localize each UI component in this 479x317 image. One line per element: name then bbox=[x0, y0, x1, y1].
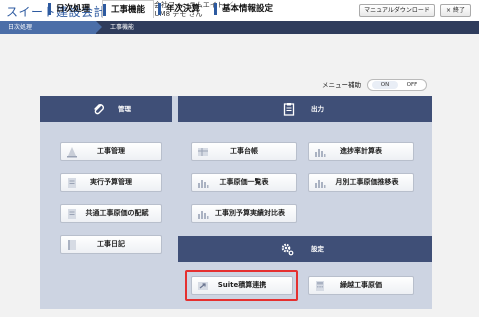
suite-estimate-link-button[interactable]: Suite積算連携 bbox=[191, 276, 293, 295]
button-label: Suite積算連携 bbox=[217, 281, 267, 289]
button-label: 月別工事原価推移表 bbox=[335, 178, 399, 186]
tab-marker bbox=[103, 4, 106, 16]
construction-ledger-button[interactable]: 工事台帳 bbox=[191, 142, 297, 161]
exit-button[interactable]: × 終了 bbox=[440, 4, 471, 17]
menu-help-toggle[interactable]: ON OFF bbox=[367, 79, 427, 91]
common-cost-allocation-button[interactable]: 共通工事原価の配賦 bbox=[60, 204, 162, 223]
tab-label: 基本情報設定 bbox=[222, 4, 274, 14]
gear-icon bbox=[281, 243, 294, 256]
button-label: 実行予算管理 bbox=[90, 178, 132, 186]
carried-over-cost-button[interactable]: 繰越工事原価 bbox=[308, 276, 414, 295]
breadcrumb-arrow bbox=[96, 21, 102, 33]
cost-list-button[interactable]: 工事原価一覧表 bbox=[191, 173, 297, 192]
execution-budget-button[interactable]: 実行予算管理 bbox=[60, 173, 162, 192]
manual-download-button[interactable]: マニュアルダウンロード bbox=[359, 4, 435, 17]
tab-construction[interactable]: 工事機能 bbox=[102, 0, 154, 18]
button-label: 共通工事原価の配賦 bbox=[85, 209, 149, 217]
button-label: 工事別予算実績対比表 bbox=[215, 209, 285, 217]
monthly-cost-trend-button[interactable]: 月別工事原価推移表 bbox=[308, 173, 414, 192]
tab-daily[interactable]: 日次処理 bbox=[48, 0, 100, 18]
button-label: 工事管理 bbox=[97, 147, 125, 155]
section-settings: 設定 bbox=[178, 236, 432, 262]
tab-label: 工事機能 bbox=[111, 5, 146, 15]
section-settings-label: 設定 bbox=[311, 245, 324, 253]
breadcrumb-current: 工事機能 bbox=[110, 24, 135, 31]
button-label: 工事日記 bbox=[97, 240, 125, 248]
construction-diary-button[interactable]: 工事日記 bbox=[60, 235, 162, 254]
breadcrumb-daily[interactable]: 日次処理 bbox=[0, 21, 96, 34]
menu-help-label: メニュー補助 bbox=[322, 81, 361, 89]
section-output-label: 出力 bbox=[311, 105, 324, 113]
clipboard-icon bbox=[283, 103, 295, 116]
paperclip-icon bbox=[94, 104, 104, 115]
tab-marker bbox=[214, 3, 217, 15]
button-label: 繰越工事原価 bbox=[340, 281, 382, 289]
button-label: 工事台帳 bbox=[230, 147, 258, 155]
tab-basic-settings[interactable]: 基本情報設定 bbox=[214, 0, 286, 18]
section-management-label: 管理 bbox=[118, 105, 131, 113]
breadcrumb: 日次処理 工事機能 bbox=[0, 21, 479, 34]
tab-marker bbox=[158, 3, 161, 15]
section-output: 出力 bbox=[178, 96, 432, 122]
construction-management-button[interactable]: 工事管理 bbox=[60, 142, 162, 161]
button-label: 進捗率計算表 bbox=[340, 147, 382, 155]
button-label: 工事原価一覧表 bbox=[219, 178, 269, 186]
section-management: 管理 bbox=[40, 96, 172, 122]
tab-marker bbox=[48, 3, 51, 15]
toggle-on[interactable]: ON bbox=[372, 81, 398, 89]
tab-label: 年次決算 bbox=[166, 4, 201, 14]
budget-actual-comparison-button[interactable]: 工事別予算実績対比表 bbox=[191, 204, 297, 223]
tab-annual[interactable]: 年次決算 bbox=[158, 0, 210, 18]
tab-label: 日次処理 bbox=[56, 4, 91, 14]
progress-rate-button[interactable]: 進捗率計算表 bbox=[308, 142, 414, 161]
toggle-off[interactable]: OFF bbox=[400, 81, 424, 89]
